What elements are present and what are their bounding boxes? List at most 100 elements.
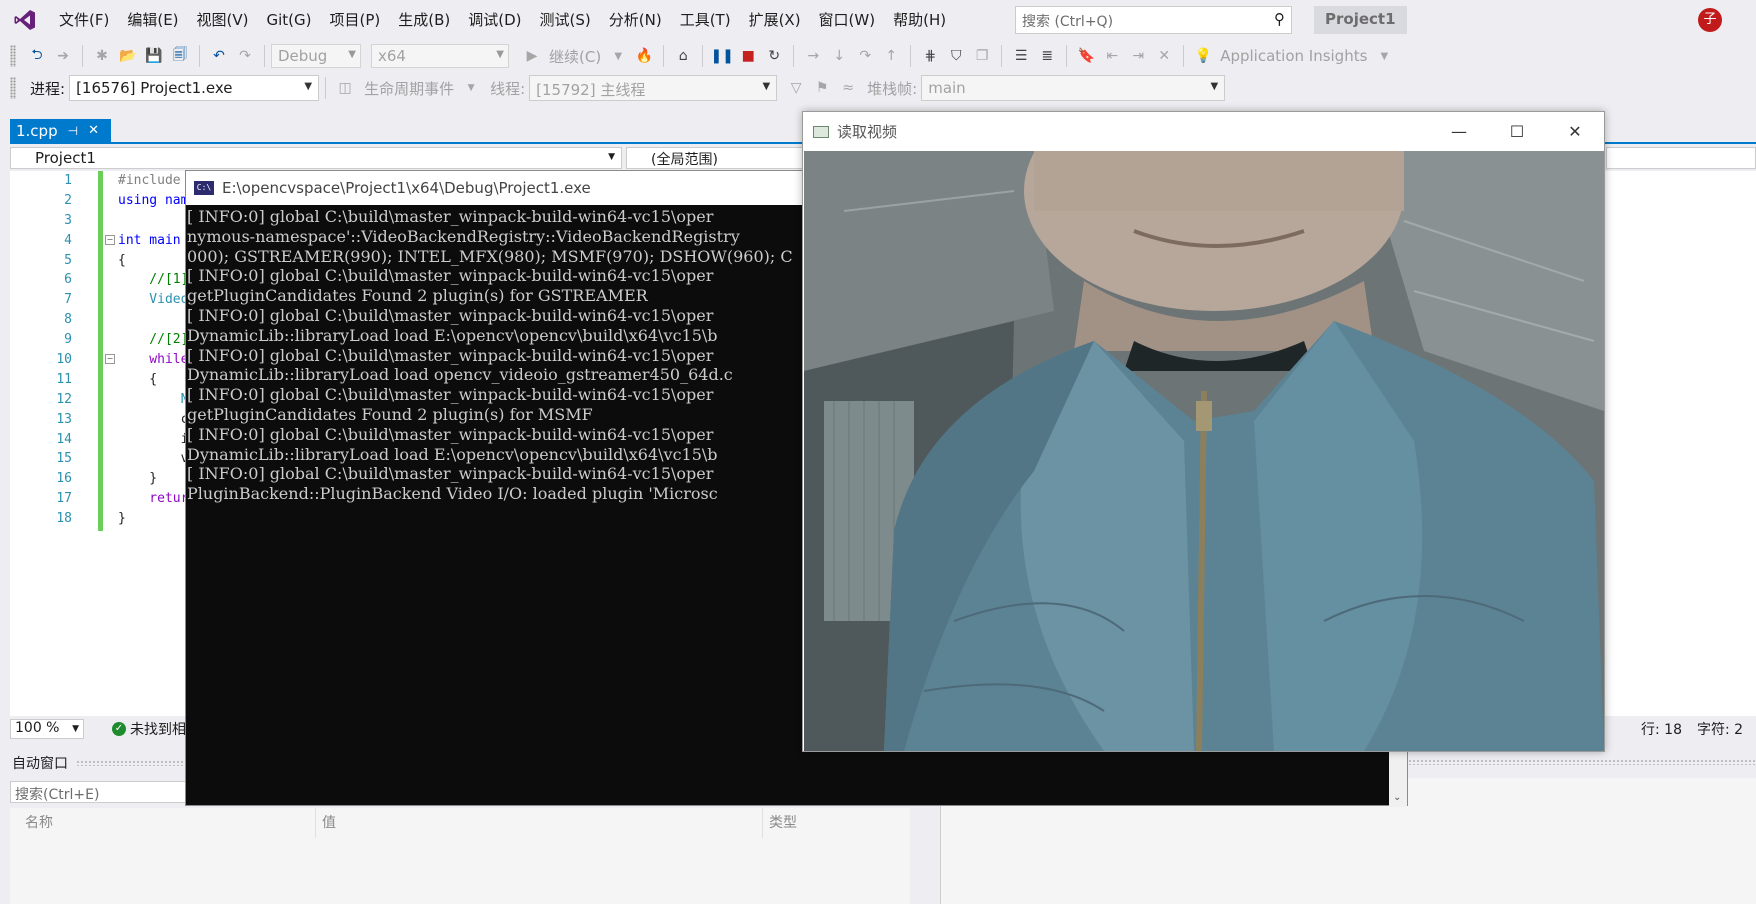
- toolbar-grip[interactable]: [10, 77, 16, 99]
- maximize-button[interactable]: ☐: [1488, 112, 1546, 151]
- toolbar-separator: [264, 45, 265, 67]
- menu-tools[interactable]: 工具(T): [671, 0, 740, 40]
- code-line: while: [118, 352, 189, 368]
- project-navigation-select[interactable]: Project1 ▼: [10, 147, 622, 169]
- line-number: 6: [64, 272, 72, 288]
- menu-window[interactable]: 窗口(W): [810, 0, 885, 40]
- application-insights-button[interactable]: Application Insights: [1220, 47, 1367, 65]
- video-title-bar[interactable]: 读取视频 — ☐ ✕: [803, 112, 1604, 151]
- restart-icon[interactable]: ↻: [763, 45, 785, 67]
- new-project-icon[interactable]: ✱: [91, 45, 113, 67]
- line-number: 18: [56, 511, 72, 527]
- play-icon[interactable]: ▶: [521, 45, 543, 67]
- solution-platform-value: x64: [378, 47, 406, 65]
- solution-configuration-select[interactable]: Debug ▼: [271, 44, 361, 68]
- quick-search-placeholder: 搜索 (Ctrl+Q): [1022, 14, 1114, 30]
- column-header-name[interactable]: 名称: [25, 812, 53, 832]
- menu-extensions[interactable]: 扩展(X): [740, 0, 810, 40]
- open-file-icon[interactable]: 📂: [117, 45, 139, 67]
- filter-icon[interactable]: ▽: [785, 77, 807, 99]
- minimize-button[interactable]: —: [1430, 112, 1488, 151]
- redo-icon[interactable]: ↷: [234, 45, 256, 67]
- project-name-badge[interactable]: Project1: [1314, 6, 1407, 34]
- outdent-icon[interactable]: ≣: [1036, 45, 1058, 67]
- menu-edit[interactable]: 编辑(E): [118, 0, 187, 40]
- column-header-value[interactable]: 值: [322, 812, 336, 832]
- stackframe-select[interactable]: main ▼: [921, 75, 1226, 101]
- fold-toggle-icon[interactable]: −: [105, 354, 115, 364]
- navigate-forward-icon[interactable]: ➔: [52, 45, 74, 67]
- console-title-text: E:\opencvspace\Project1\x64\Debug\Projec…: [222, 179, 591, 197]
- menu-file[interactable]: 文件(F): [50, 0, 118, 40]
- chevron-down-icon[interactable]: ▼: [460, 77, 482, 99]
- code-line: N: [118, 391, 189, 407]
- chevron-down-icon[interactable]: ▼: [607, 45, 629, 67]
- continue-button[interactable]: 继续(C): [549, 46, 601, 67]
- account-avatar[interactable]: 子: [1698, 8, 1722, 32]
- stop-icon[interactable]: ■: [737, 45, 759, 67]
- scope-navigation-select[interactable]: (全局范围): [626, 147, 806, 169]
- copy-icon[interactable]: ❐: [971, 45, 993, 67]
- menu-bar: 文件(F) 编辑(E) 视图(V) Git(G) 项目(P) 生成(B) 调试(…: [0, 0, 1756, 40]
- solution-platform-select[interactable]: x64 ▼: [371, 44, 509, 68]
- flag-icon[interactable]: ⚑: [811, 77, 833, 99]
- menu-analyze[interactable]: 分析(N): [600, 0, 671, 40]
- pin-icon[interactable]: ⊣: [68, 124, 78, 138]
- member-navigation-select[interactable]: [1606, 147, 1756, 169]
- clear-bookmarks-icon[interactable]: ✕: [1153, 45, 1175, 67]
- menu-view[interactable]: 视图(V): [188, 0, 258, 40]
- tab-1cpp[interactable]: 1.cpp ⊣ ✕: [10, 119, 111, 142]
- next-bookmark-icon[interactable]: ⇥: [1127, 45, 1149, 67]
- visual-studio-logo-icon[interactable]: [0, 0, 50, 40]
- column-separator[interactable]: [762, 808, 763, 838]
- close-button[interactable]: ✕: [1546, 112, 1604, 151]
- code-line: #include: [118, 173, 181, 188]
- code-line: using nam: [118, 192, 189, 208]
- show-threads-icon[interactable]: ≈: [837, 77, 859, 99]
- indent-icon[interactable]: ☰: [1010, 45, 1032, 67]
- navigate-back-icon[interactable]: ⮌: [26, 45, 48, 67]
- save-icon[interactable]: 💾: [143, 45, 165, 67]
- step-over-icon[interactable]: ↷: [854, 45, 876, 67]
- prev-bookmark-icon[interactable]: ⇤: [1101, 45, 1123, 67]
- video-window[interactable]: 读取视频 — ☐ ✕: [802, 111, 1605, 752]
- toolbar-grip[interactable]: [10, 45, 16, 67]
- hex-display-icon[interactable]: ⋕: [919, 45, 941, 67]
- menu-help[interactable]: 帮助(H): [884, 0, 955, 40]
- stackframe-value: main: [928, 79, 966, 97]
- console-scrollbar[interactable]: ⌄: [1389, 751, 1407, 807]
- chevron-down-icon[interactable]: ⌄: [1393, 792, 1401, 803]
- zoom-select[interactable]: 100 % ▼: [10, 719, 84, 739]
- toolbar-separator: [1001, 45, 1003, 67]
- line-number: 5: [64, 252, 72, 268]
- menu-test[interactable]: 测试(S): [531, 0, 600, 40]
- menu-project[interactable]: 项目(P): [321, 0, 390, 40]
- fire-icon[interactable]: 🔥: [633, 45, 655, 67]
- lifecycle-events-button[interactable]: 生命周期事件: [364, 78, 454, 99]
- column-header-type[interactable]: 类型: [769, 812, 797, 832]
- show-next-statement-icon[interactable]: →: [802, 45, 824, 67]
- step-into-icon[interactable]: ↓: [828, 45, 850, 67]
- save-all-icon[interactable]: 🗐: [169, 45, 191, 67]
- diagnostic-tools-icon[interactable]: ⌂: [672, 45, 694, 67]
- issues-indicator[interactable]: ✓ 未找到相: [112, 719, 186, 739]
- menu-debug[interactable]: 调试(D): [459, 0, 530, 40]
- bookmark-icon[interactable]: 🔖: [1075, 45, 1097, 67]
- undo-icon[interactable]: ↶: [208, 45, 230, 67]
- chevron-down-icon[interactable]: ▼: [1373, 45, 1395, 67]
- close-icon[interactable]: ✕: [88, 123, 99, 138]
- step-out-icon[interactable]: ↑: [880, 45, 902, 67]
- pause-icon[interactable]: ❚❚: [710, 45, 733, 67]
- threads-icon[interactable]: ⛉: [945, 45, 967, 67]
- code-lines[interactable]: #include using nam int main { //[1] Vide…: [118, 171, 188, 529]
- menu-build[interactable]: 生成(B): [389, 0, 459, 40]
- fold-toggle-icon[interactable]: −: [105, 235, 115, 245]
- lightbulb-icon[interactable]: 💡: [1192, 45, 1214, 67]
- autos-title-text: 自动窗口: [12, 756, 68, 772]
- quick-search-input[interactable]: 搜索 (Ctrl+Q) ⚲: [1015, 6, 1292, 34]
- column-separator[interactable]: [315, 808, 316, 838]
- thread-select[interactable]: [15792] 主线程 ▼: [529, 75, 778, 101]
- process-select[interactable]: [16576] Project1.exe ▼: [69, 75, 320, 101]
- menu-git[interactable]: Git(G): [258, 0, 321, 40]
